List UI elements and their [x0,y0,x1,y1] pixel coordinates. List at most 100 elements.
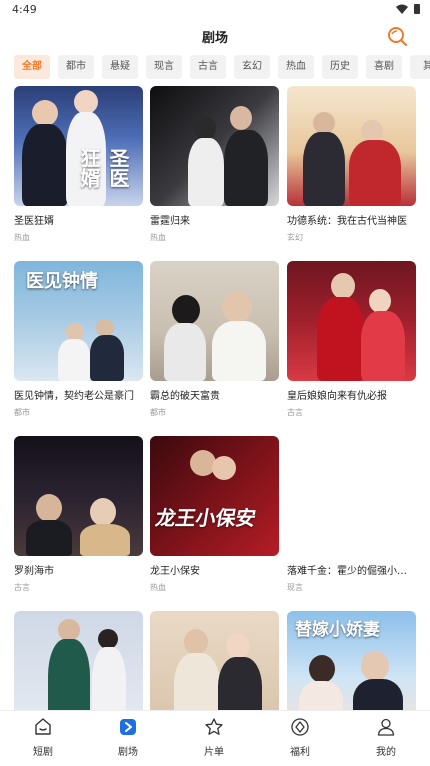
poster-figure [349,140,401,206]
drama-tag: 热血 [14,233,30,242]
drama-tag: 热血 [150,583,166,592]
drama-title: 圣医狂婿 [14,216,54,227]
category-tab-history[interactable]: 历史 [322,55,358,79]
poster-figure [194,116,216,140]
poster-figure [212,456,236,480]
category-tab-comedy[interactable]: 喜剧 [366,55,402,79]
nav-item-profile[interactable]: 我的 [356,717,416,763]
poster-figure [74,90,98,114]
drama-poster[interactable]: 圣医狂婿 [14,86,143,206]
nav-label: 短剧 [33,747,53,758]
poster-figure [164,323,206,381]
drama-card[interactable]: 功德系统：我在古代当神医 玄幻 [287,86,416,243]
category-tab-urban[interactable]: 都市 [58,55,94,79]
category-tab-action[interactable]: 热血 [278,55,314,79]
poster-title-art: 龙王小保安 [153,506,258,530]
poster-figure [369,289,391,313]
drama-title: 龙王小保安 [150,566,200,577]
category-tab-suspense[interactable]: 悬疑 [102,55,138,79]
drama-title: 皇后娘娘向来有仇必报 [287,391,387,402]
drama-poster[interactable] [150,611,279,710]
header: 剧场 [0,20,430,52]
drama-tag: 玄幻 [287,233,303,242]
poster-figure [90,498,116,526]
poster-figure [174,653,220,710]
poster-figure [303,132,345,206]
category-tab-other[interactable]: 其 [410,55,430,79]
nav-label: 福利 [290,747,310,758]
nav-item-benefits[interactable]: 福利 [270,717,330,763]
category-tab-ancient-romance[interactable]: 古言 [190,55,226,79]
screen: 4:49 剧场 全部 都市 悬疑 现言 古言 玄幻 热血 历史 喜剧其 圣医狂婿 圣医狂婿 [0,0,430,766]
drama-poster[interactable] [14,611,143,710]
nav-item-theater[interactable]: 剧场 [98,717,158,763]
drama-poster[interactable] [14,436,143,556]
nav-item-shorts[interactable]: 短剧 [13,717,73,763]
drama-title: 落难千金：霍少的倔强小娇妻 [287,566,416,577]
status-bar: 4:49 [0,0,430,20]
category-tab-fantasy[interactable]: 玄幻 [234,55,270,79]
drama-card[interactable]: 替嫁小娇妻 [287,611,416,710]
poster-figure [361,120,383,142]
drama-poster[interactable] [150,86,279,206]
poster-figure [92,647,126,710]
drama-card[interactable]: 龙王小保安 龙王小保安 热血 [150,436,279,593]
poster-figure [222,291,252,323]
drama-poster[interactable]: 龙王小保安 [150,436,279,556]
theater-icon [120,719,136,735]
poster-figure [184,629,208,655]
category-tab-modern-romance[interactable]: 现言 [146,55,182,79]
drama-tag: 古言 [287,408,303,417]
poster-title-art: 替嫁小娇妻 [295,620,380,640]
drama-card[interactable] [150,611,279,710]
poster-figure [172,295,200,325]
star-icon [205,718,223,735]
drama-card[interactable] [14,611,143,710]
drama-card[interactable]: 医见钟情 医见钟情，契约老公是豪门 都市 [14,261,143,418]
drama-grid: 圣医狂婿 圣医狂婿 热血 雷霆归来 热血 功德系统：我在古代当神医 玄幻 医见钟… [0,86,430,710]
poster-figure [48,639,90,710]
category-tab-all[interactable]: 全部 [14,55,50,79]
drama-poster[interactable] [287,86,416,206]
poster-figure [309,655,335,683]
poster-figure [26,520,72,556]
poster-figure [230,106,252,130]
search-icon[interactable] [386,25,408,47]
poster-figure [224,130,268,206]
drama-poster[interactable]: 医见钟情 [14,261,143,381]
drama-poster[interactable] [287,261,416,381]
page-title: 剧场 [201,31,228,46]
poster-figure [361,651,389,681]
poster-figure [212,321,266,381]
poster-figure [188,138,224,206]
poster-figure [80,524,130,556]
bottom-nav: 短剧 剧场 片单 福利 我的 [0,710,430,766]
drama-card[interactable]: 皇后娘娘向来有仇必报 古言 [287,261,416,418]
drama-card[interactable]: 雷霆归来 热血 [150,86,279,243]
battery-icon [414,4,420,14]
poster-figure [317,297,365,381]
drama-title: 霸总的破天富贵 [150,391,220,402]
nav-item-lists[interactable]: 片单 [184,717,244,763]
drama-card[interactable]: 圣医狂婿 圣医狂婿 热血 [14,86,143,243]
gift-icon [291,718,309,736]
category-tabs: 全部 都市 悬疑 现言 古言 玄幻 热血 历史 喜剧其 [14,55,430,79]
drama-card[interactable]: 霸总的破天富贵 都市 [150,261,279,418]
drama-poster[interactable] [150,261,279,381]
drama-card[interactable]: 罗刹海市 古言 [14,436,143,593]
drama-poster[interactable]: 替嫁小娇妻 [287,611,416,710]
poster-figure [90,335,124,381]
drama-poster[interactable] [287,436,416,556]
poster-figure [22,124,68,206]
drama-title: 雷霆归来 [150,216,190,227]
poster-figure [361,311,405,381]
drama-title: 罗刹海市 [14,566,54,577]
profile-icon [377,718,395,736]
drama-tag: 热血 [150,233,166,242]
poster-figure [353,679,403,710]
poster-figure [331,273,355,299]
drama-card[interactable]: 落难千金：霍少的倔强小娇妻 现言 [287,436,416,593]
poster-figure [313,112,335,134]
poster-figure [58,339,90,381]
drama-tag: 都市 [14,408,30,417]
